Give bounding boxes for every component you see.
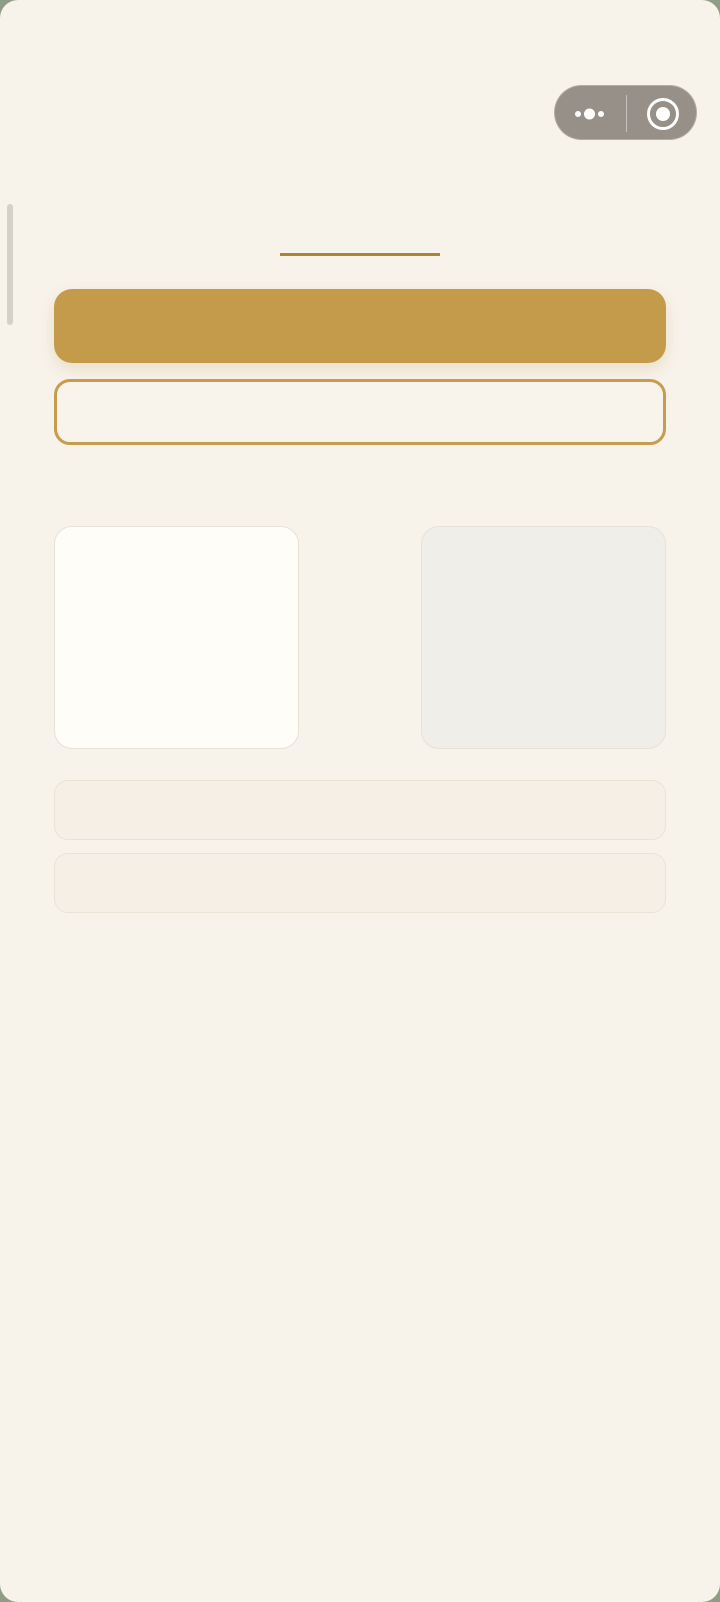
option-card-left[interactable]: [54, 526, 299, 749]
secondary-action-button[interactable]: [54, 379, 666, 445]
list-item[interactable]: [54, 780, 666, 840]
miniprogram-capsule: [554, 85, 697, 140]
more-dots-icon: [575, 110, 581, 117]
primary-action-button[interactable]: [54, 289, 666, 363]
list-item[interactable]: [54, 853, 666, 913]
close-button[interactable]: [627, 86, 698, 141]
target-close-icon: [647, 98, 679, 130]
target-close-icon-core: [656, 107, 670, 121]
more-dots-icon-center: [584, 108, 595, 119]
more-button[interactable]: [555, 86, 626, 141]
option-card-right[interactable]: [421, 526, 666, 749]
app-screen: [0, 0, 720, 1602]
scroll-indicator[interactable]: [7, 204, 13, 325]
page-title-underline: [280, 253, 440, 256]
more-dots-icon-right: [598, 110, 604, 117]
